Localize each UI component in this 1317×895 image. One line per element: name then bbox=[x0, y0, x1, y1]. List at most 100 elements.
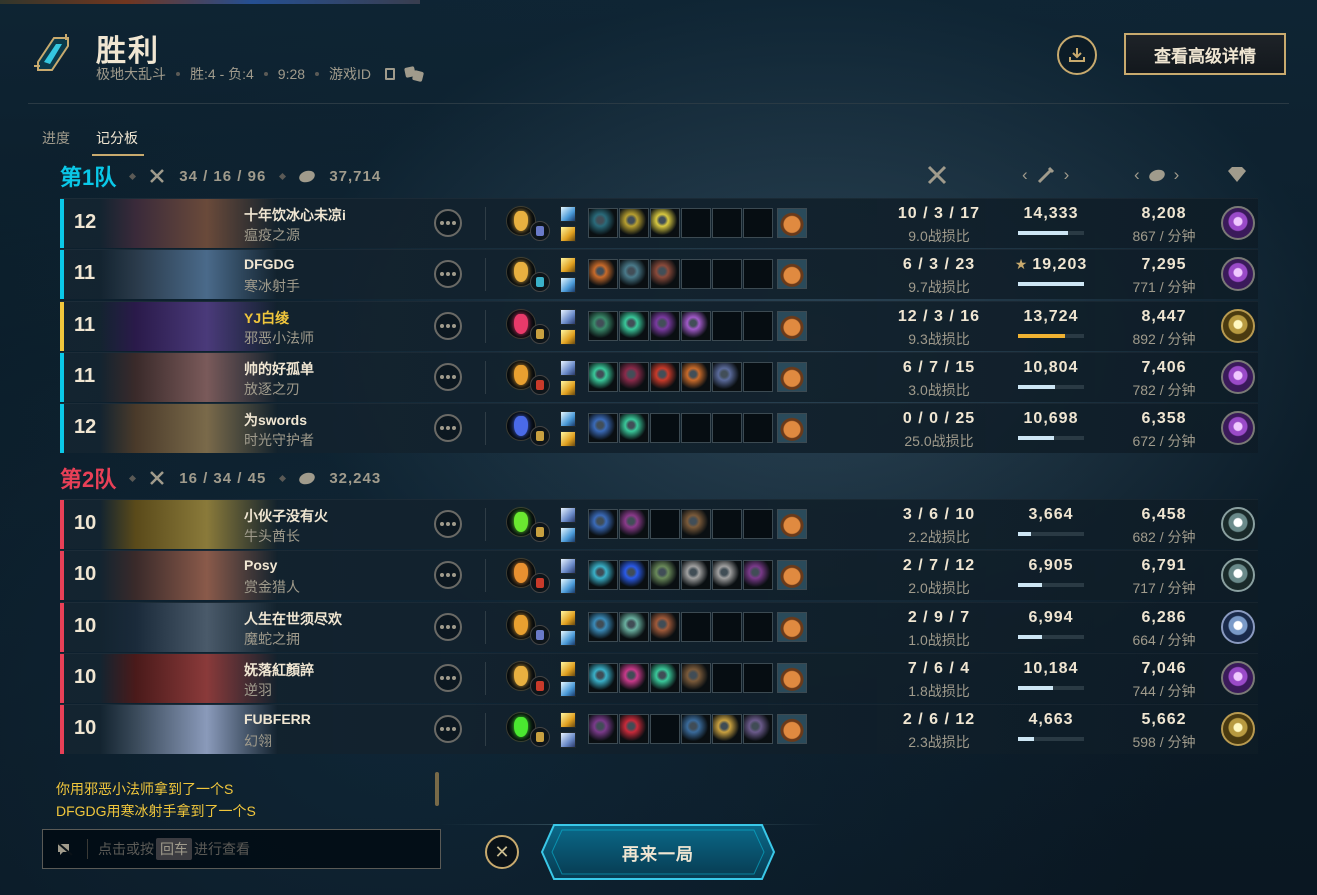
item-slot[interactable] bbox=[619, 311, 649, 341]
more-options-button[interactable] bbox=[434, 561, 462, 589]
item-slot[interactable] bbox=[588, 413, 618, 443]
empty-item-slot[interactable] bbox=[743, 663, 773, 693]
summoner-name[interactable]: DFGDG bbox=[244, 256, 295, 272]
summoner-name[interactable]: 为swords bbox=[244, 410, 307, 430]
player-row[interactable]: 12 为swords 时光守护者 0 / 0 / 25 25.0战损比 10,6… bbox=[60, 403, 1258, 453]
empty-item-slot[interactable] bbox=[650, 509, 680, 539]
summoner-spell-icon[interactable] bbox=[560, 630, 576, 646]
augment-badge-icon[interactable] bbox=[1221, 360, 1255, 394]
augment-badge-icon[interactable] bbox=[1221, 507, 1255, 541]
augment-badge-icon[interactable] bbox=[1221, 309, 1255, 343]
item-slot[interactable] bbox=[619, 208, 649, 238]
item-slot[interactable] bbox=[650, 362, 680, 392]
more-options-button[interactable] bbox=[434, 414, 462, 442]
item-slot[interactable] bbox=[588, 208, 618, 238]
item-slot[interactable] bbox=[681, 714, 711, 744]
empty-item-slot[interactable] bbox=[681, 413, 711, 443]
secondary-rune-icon[interactable] bbox=[530, 676, 550, 696]
summoner-spell-icon[interactable] bbox=[560, 732, 576, 748]
empty-item-slot[interactable] bbox=[743, 362, 773, 392]
item-slot[interactable] bbox=[681, 509, 711, 539]
secondary-rune-icon[interactable] bbox=[530, 625, 550, 645]
summoner-spell-icon[interactable] bbox=[560, 360, 576, 376]
player-row[interactable]: 11 帅的好孤单 放逐之刃 6 / 7 / 15 3.0战损比 10,804 7… bbox=[60, 352, 1258, 402]
player-row[interactable]: 10 FUBFERR 幻翎 2 / 6 / 12 2.3战损比 4,663 5,… bbox=[60, 704, 1258, 754]
trinket-slot[interactable] bbox=[777, 509, 807, 539]
summoner-name[interactable]: 妩落紅顏誶 bbox=[244, 660, 314, 680]
empty-item-slot[interactable] bbox=[743, 509, 773, 539]
summoner-spell-icon[interactable] bbox=[560, 380, 576, 396]
more-options-button[interactable] bbox=[434, 715, 462, 743]
secondary-rune-icon[interactable] bbox=[530, 522, 550, 542]
item-slot[interactable] bbox=[619, 663, 649, 693]
empty-item-slot[interactable] bbox=[743, 208, 773, 238]
empty-item-slot[interactable] bbox=[712, 663, 742, 693]
summoner-spell-icon[interactable] bbox=[560, 309, 576, 325]
play-again-button[interactable]: 再来一局 bbox=[540, 824, 776, 880]
dice-icon[interactable] bbox=[405, 67, 423, 81]
player-row[interactable]: 10 小伙子没有火 牛头酋长 3 / 6 / 10 2.2战损比 3,664 6… bbox=[60, 499, 1258, 549]
item-slot[interactable] bbox=[650, 612, 680, 642]
empty-item-slot[interactable] bbox=[743, 259, 773, 289]
empty-item-slot[interactable] bbox=[743, 612, 773, 642]
item-slot[interactable] bbox=[588, 362, 618, 392]
augment-badge-icon[interactable] bbox=[1221, 661, 1255, 695]
item-slot[interactable] bbox=[619, 509, 649, 539]
download-button[interactable] bbox=[1057, 35, 1097, 75]
empty-item-slot[interactable] bbox=[712, 509, 742, 539]
empty-item-slot[interactable] bbox=[712, 208, 742, 238]
item-slot[interactable] bbox=[619, 413, 649, 443]
item-slot[interactable] bbox=[681, 663, 711, 693]
trinket-slot[interactable] bbox=[777, 208, 807, 238]
chevron-left-icon[interactable]: ‹ bbox=[1134, 165, 1140, 185]
chat-input[interactable]: 点击或按 回车 进行查看 bbox=[42, 829, 441, 869]
secondary-rune-icon[interactable] bbox=[530, 272, 550, 292]
augment-badge-icon[interactable] bbox=[1221, 558, 1255, 592]
summoner-spell-icon[interactable] bbox=[560, 610, 576, 626]
augment-badge-icon[interactable] bbox=[1221, 610, 1255, 644]
trinket-slot[interactable] bbox=[777, 311, 807, 341]
secondary-rune-icon[interactable] bbox=[530, 375, 550, 395]
player-row[interactable]: 11 DFGDG 寒冰射手 6 / 3 / 23 9.7战损比 ★ 19,203 … bbox=[60, 249, 1258, 299]
augment-badge-icon[interactable] bbox=[1221, 712, 1255, 746]
secondary-rune-icon[interactable] bbox=[530, 573, 550, 593]
summoner-spell-icon[interactable] bbox=[560, 277, 576, 293]
secondary-rune-icon[interactable] bbox=[530, 727, 550, 747]
item-slot[interactable] bbox=[588, 612, 618, 642]
item-slot[interactable] bbox=[681, 311, 711, 341]
augment-badge-icon[interactable] bbox=[1221, 411, 1255, 445]
item-slot[interactable] bbox=[588, 311, 618, 341]
item-slot[interactable] bbox=[588, 259, 618, 289]
summoner-spell-icon[interactable] bbox=[560, 411, 576, 427]
more-options-button[interactable] bbox=[434, 363, 462, 391]
secondary-rune-icon[interactable] bbox=[530, 221, 550, 241]
item-slot[interactable] bbox=[588, 714, 618, 744]
item-slot[interactable] bbox=[650, 311, 680, 341]
summoner-name[interactable]: 人生在世须尽欢 bbox=[244, 609, 342, 629]
trinket-slot[interactable] bbox=[777, 560, 807, 590]
more-options-button[interactable] bbox=[434, 260, 462, 288]
item-slot[interactable] bbox=[681, 362, 711, 392]
player-row[interactable]: 10 人生在世须尽欢 魔蛇之拥 2 / 9 / 7 1.0战损比 6,994 6… bbox=[60, 602, 1258, 652]
empty-item-slot[interactable] bbox=[650, 714, 680, 744]
more-options-button[interactable] bbox=[434, 613, 462, 641]
secondary-rune-icon[interactable] bbox=[530, 426, 550, 446]
item-slot[interactable] bbox=[650, 663, 680, 693]
summoner-name[interactable]: 帅的好孤单 bbox=[244, 359, 314, 379]
summoner-name[interactable]: YJ白绫 bbox=[244, 308, 289, 328]
summoner-spell-icon[interactable] bbox=[560, 558, 576, 574]
empty-item-slot[interactable] bbox=[712, 612, 742, 642]
item-slot[interactable] bbox=[650, 560, 680, 590]
tab-scoreboard[interactable]: 记分板 bbox=[92, 128, 144, 156]
item-slot[interactable] bbox=[712, 560, 742, 590]
summoner-name[interactable]: Posy bbox=[244, 557, 277, 573]
empty-item-slot[interactable] bbox=[712, 311, 742, 341]
chevron-right-icon[interactable]: › bbox=[1064, 165, 1070, 185]
item-slot[interactable] bbox=[712, 714, 742, 744]
item-slot[interactable] bbox=[712, 362, 742, 392]
more-options-button[interactable] bbox=[434, 312, 462, 340]
trinket-slot[interactable] bbox=[777, 413, 807, 443]
trinket-slot[interactable] bbox=[777, 259, 807, 289]
augment-badge-icon[interactable] bbox=[1221, 257, 1255, 291]
chat-scrollbar[interactable] bbox=[435, 772, 439, 806]
